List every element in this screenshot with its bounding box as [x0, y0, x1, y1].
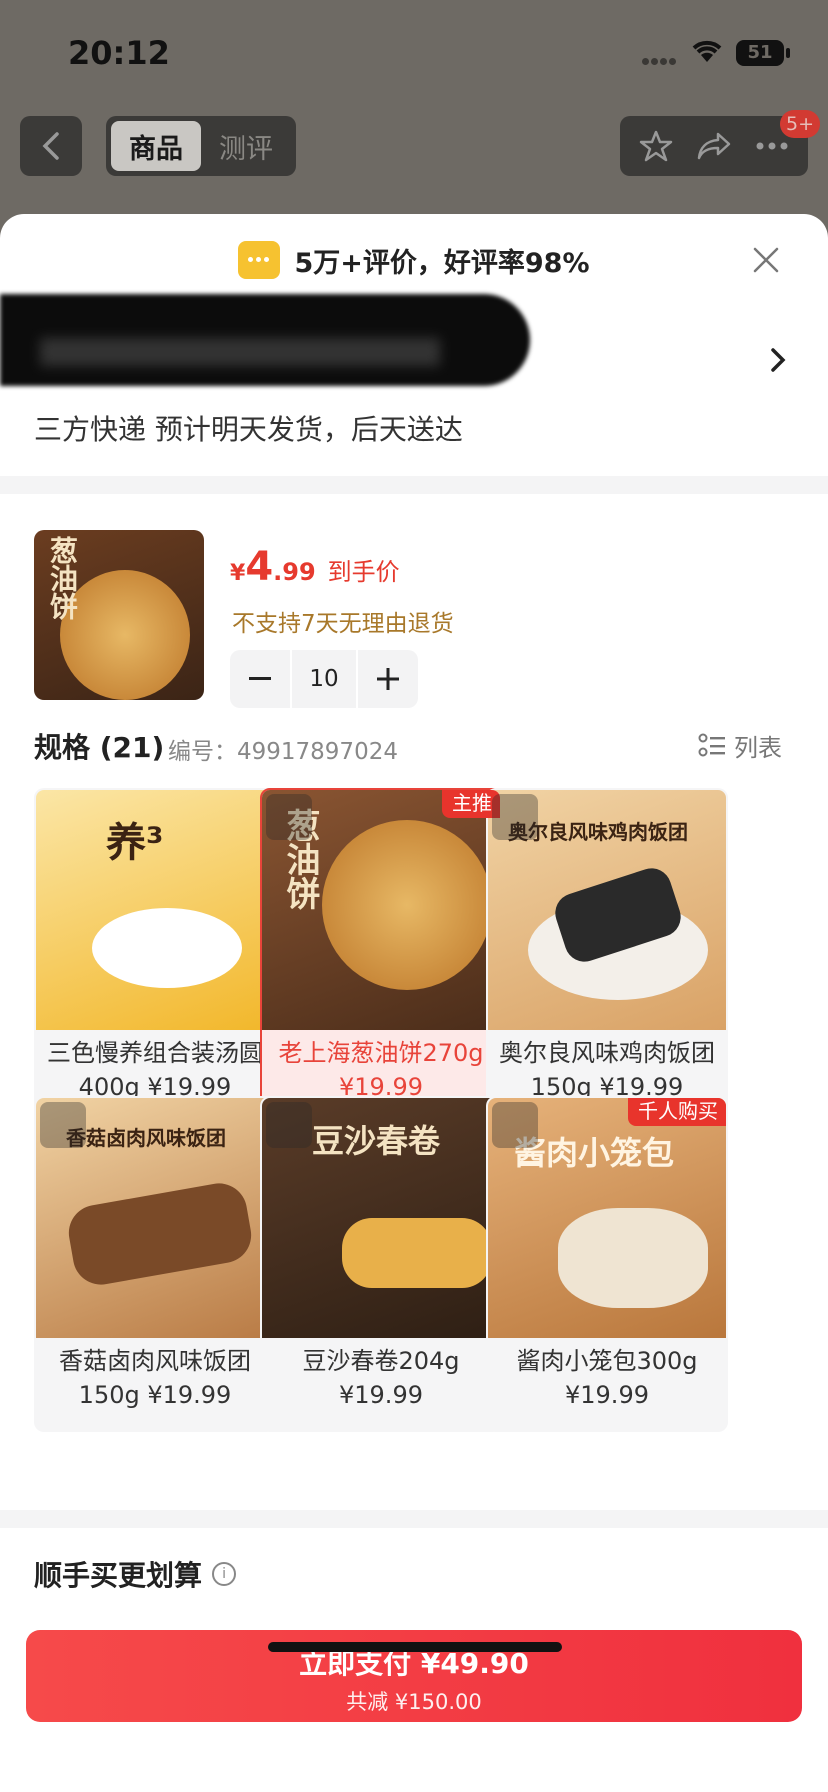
tab-product[interactable]: 商品: [111, 121, 201, 171]
card-title: 香菇卤肉风味饭团150g ¥19.99: [59, 1347, 251, 1409]
card-title: 老上海葱油饼270g ¥19.99: [278, 1039, 484, 1101]
spec-card[interactable]: 豆沙春卷 豆沙春卷204g ¥19.99: [260, 1096, 502, 1432]
spec-card[interactable]: 香菇卤肉风味饭团 香菇卤肉风味饭团150g ¥19.99: [34, 1096, 276, 1432]
spec-card[interactable]: 养³ 三色慢养组合装汤圆400g ¥19.99: [34, 788, 276, 1124]
card-title: 豆沙春卷204g ¥19.99: [302, 1347, 460, 1409]
section-divider: [0, 1510, 828, 1528]
list-view-toggle[interactable]: 列表: [698, 728, 782, 763]
expand-icon[interactable]: [266, 1102, 312, 1148]
share-icon[interactable]: [696, 130, 732, 162]
list-label: 列表: [734, 734, 782, 762]
home-indicator: [268, 1642, 562, 1652]
back-button[interactable]: [20, 116, 82, 176]
spec-card[interactable]: 千人购买 酱肉小笼包 酱肉小笼包300g ¥19.99: [486, 1096, 728, 1432]
wifi-icon: [692, 40, 722, 62]
quantity-stepper: 10: [230, 650, 418, 708]
card-image: 养³: [36, 790, 274, 1030]
bundle-deals-label: 顺手买更划算: [34, 1559, 203, 1592]
spec-card-selected[interactable]: 主推 葱油饼 老上海葱油饼270g ¥19.99: [260, 788, 502, 1124]
price-integer: 4: [245, 544, 274, 590]
chevron-left-icon: [42, 132, 59, 160]
expand-icon[interactable]: [40, 1102, 86, 1148]
card-image-title: 酱肉小笼包: [514, 1134, 675, 1172]
minus-icon: [249, 677, 271, 680]
list-icon: [698, 733, 725, 756]
battery-tip: [786, 48, 790, 58]
notification-badge: 5+: [780, 110, 821, 138]
status-bar: 20:12 51: [0, 30, 828, 80]
delivery-info: 三方快递 预计明天发货，后天送达: [34, 413, 463, 446]
thumb-title: 葱油饼: [46, 536, 79, 620]
rating-text: 5万+评价，好评率98%: [294, 247, 590, 279]
price-currency: ¥: [230, 561, 246, 586]
star-icon[interactable]: [639, 129, 673, 163]
status-time: 20:12: [68, 34, 170, 72]
pay-discount: 共减 ¥150.00: [346, 1690, 482, 1714]
card-image-title: 豆沙春卷: [312, 1122, 441, 1160]
close-icon[interactable]: [752, 246, 780, 274]
top-nav: 商品 测评 5+: [0, 110, 828, 178]
card-image-title: 香菇卤肉风味饭团: [66, 1126, 226, 1150]
chevron-right-icon[interactable]: [768, 346, 788, 374]
quantity-value[interactable]: 10: [292, 650, 356, 708]
decrease-button[interactable]: [230, 650, 290, 708]
tab-switcher: 商品 测评: [106, 116, 296, 176]
price-line: ¥ 4 .99 到手价: [230, 544, 400, 590]
plus-icon: [377, 668, 399, 690]
price-label: 到手价: [327, 558, 400, 586]
item-code: 编号：49917897024: [168, 739, 398, 765]
expand-icon[interactable]: [492, 794, 538, 840]
tab-review[interactable]: 测评: [201, 121, 291, 171]
info-icon[interactable]: i: [212, 1562, 237, 1586]
expand-icon[interactable]: [266, 794, 312, 840]
address-redacted-text: [40, 338, 440, 366]
more-icon[interactable]: [755, 141, 789, 151]
rice-ball-image: [64, 1178, 256, 1290]
price-decimal: .99: [273, 558, 316, 586]
purchase-sheet: 5万+评价，好评率98% 三方快递 预计明天发货，后天送达 葱油饼 ¥ 4 .9…: [0, 214, 828, 1792]
bun-image: [558, 1208, 708, 1308]
spring-roll-image: [342, 1218, 492, 1288]
pancake-image: [322, 820, 492, 990]
section-divider: [0, 476, 828, 494]
card-title: 三色慢养组合装汤圆400g ¥19.99: [47, 1039, 263, 1101]
card-title: 酱肉小笼包300g ¥19.99: [516, 1347, 698, 1409]
spec-card[interactable]: 奥尔良风味鸡肉饭团 奥尔良风味鸡肉饭团150g ¥19.99: [486, 788, 728, 1124]
card-image-title: 养³: [106, 820, 164, 866]
product-thumbnail[interactable]: 葱油饼: [34, 530, 204, 700]
chat-bubble-icon: [238, 241, 281, 279]
battery-icon: 51: [736, 40, 784, 66]
bowl-image: [92, 908, 242, 988]
popular-tag: 千人购买: [628, 1098, 726, 1126]
rating-row: 5万+评价，好评率98%: [0, 238, 828, 282]
signal-icon: [642, 50, 682, 65]
bundle-deals-title: 顺手买更划算 i: [34, 1554, 237, 1594]
return-policy: 不支持7天无理由退货: [232, 611, 454, 637]
expand-icon[interactable]: [492, 1102, 538, 1148]
increase-button[interactable]: [358, 650, 418, 708]
card-title: 奥尔良风味鸡肉饭团150g ¥19.99: [499, 1039, 715, 1101]
spec-title: 规格 (21): [34, 731, 165, 764]
